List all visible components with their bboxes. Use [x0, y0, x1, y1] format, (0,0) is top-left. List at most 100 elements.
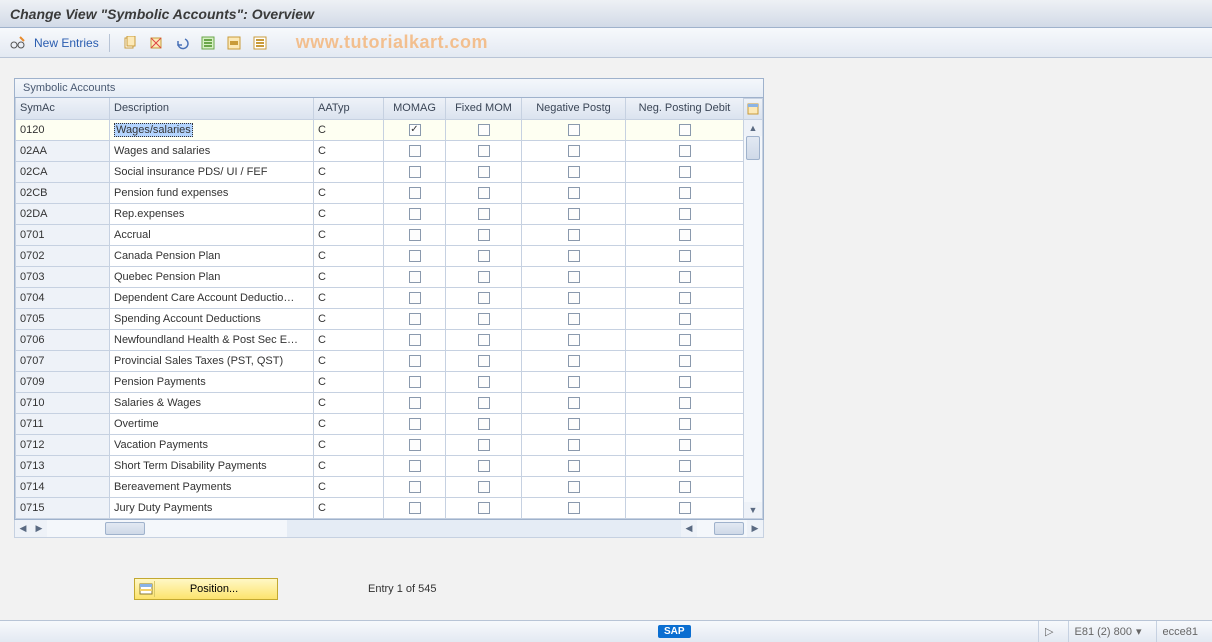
checkbox[interactable] — [568, 481, 580, 493]
status-system[interactable]: E81 (2) 800 ▾ — [1068, 621, 1148, 642]
table-row[interactable]: 0701AccrualC — [16, 224, 744, 245]
checkbox[interactable] — [679, 313, 691, 325]
table-cell[interactable] — [522, 245, 626, 266]
table-cell[interactable]: C — [314, 350, 384, 371]
table-cell[interactable] — [384, 350, 446, 371]
checkbox[interactable] — [478, 439, 490, 451]
table-cell[interactable] — [522, 119, 626, 140]
table-cell[interactable] — [522, 266, 626, 287]
checkbox[interactable] — [478, 460, 490, 472]
checkbox[interactable] — [409, 124, 421, 136]
table-cell[interactable] — [522, 434, 626, 455]
table-cell[interactable]: C — [314, 245, 384, 266]
checkbox[interactable] — [679, 481, 691, 493]
table-row[interactable]: 0713Short Term Disability PaymentsC — [16, 455, 744, 476]
checkbox[interactable] — [568, 124, 580, 136]
checkbox[interactable] — [679, 418, 691, 430]
table-cell[interactable]: C — [314, 371, 384, 392]
table-cell[interactable]: C — [314, 182, 384, 203]
checkbox[interactable] — [409, 481, 421, 493]
table-cell[interactable] — [384, 266, 446, 287]
checkbox[interactable] — [568, 460, 580, 472]
table-row[interactable]: 0710Salaries & WagesC — [16, 392, 744, 413]
table-cell[interactable] — [522, 497, 626, 518]
table-cell[interactable]: C — [314, 497, 384, 518]
hscroll-track-right[interactable] — [697, 520, 747, 537]
table-cell[interactable]: Salaries & Wages — [110, 392, 314, 413]
table-cell[interactable]: Spending Account Deductions — [110, 308, 314, 329]
checkbox[interactable] — [568, 187, 580, 199]
checkbox[interactable] — [679, 124, 691, 136]
table-cell[interactable] — [522, 455, 626, 476]
table-cell[interactable] — [626, 329, 744, 350]
status-nav-button[interactable]: ▷ — [1038, 621, 1059, 642]
delete-button[interactable] — [146, 33, 166, 53]
horizontal-scrollbar[interactable]: ◀ ▶ ◀ ▶ — [14, 520, 764, 538]
table-cell[interactable]: C — [314, 161, 384, 182]
table-cell[interactable]: 0703 — [16, 266, 110, 287]
table-cell[interactable]: 0715 — [16, 497, 110, 518]
checkbox[interactable] — [409, 313, 421, 325]
table-cell[interactable]: C — [314, 203, 384, 224]
hscroll-left-2[interactable]: ◀ — [681, 520, 697, 537]
table-cell[interactable]: Pension Payments — [110, 371, 314, 392]
checkbox[interactable] — [478, 145, 490, 157]
col-header-symac[interactable]: SymAc — [16, 98, 110, 119]
checkbox[interactable] — [478, 481, 490, 493]
table-cell[interactable] — [626, 476, 744, 497]
checkbox[interactable] — [568, 355, 580, 367]
checkbox[interactable] — [478, 208, 490, 220]
table-row[interactable]: 0709Pension PaymentsC — [16, 371, 744, 392]
table-row[interactable]: 02AAWages and salariesC — [16, 140, 744, 161]
table-cell[interactable] — [384, 203, 446, 224]
table-row[interactable]: 0706Newfoundland Health & Post Sec E…C — [16, 329, 744, 350]
checkbox[interactable] — [409, 376, 421, 388]
checkbox[interactable] — [568, 250, 580, 262]
checkbox[interactable] — [478, 502, 490, 514]
table-cell[interactable] — [626, 455, 744, 476]
table-cell[interactable] — [522, 224, 626, 245]
table-cell[interactable] — [446, 476, 522, 497]
checkbox[interactable] — [568, 271, 580, 283]
table-cell[interactable] — [626, 287, 744, 308]
table-cell[interactable] — [626, 413, 744, 434]
checkbox[interactable] — [478, 166, 490, 178]
table-cell[interactable]: C — [314, 266, 384, 287]
table-cell[interactable]: Pension fund expenses — [110, 182, 314, 203]
table-cell[interactable] — [626, 350, 744, 371]
table-cell[interactable]: Jury Duty Payments — [110, 497, 314, 518]
table-cell[interactable] — [626, 392, 744, 413]
checkbox[interactable] — [478, 271, 490, 283]
table-row[interactable]: 0715Jury Duty PaymentsC — [16, 497, 744, 518]
table-cell[interactable]: 02CB — [16, 182, 110, 203]
checkbox[interactable] — [409, 397, 421, 409]
table-row[interactable]: 02CBPension fund expensesC — [16, 182, 744, 203]
table-cell[interactable]: C — [314, 140, 384, 161]
table-cell[interactable] — [446, 182, 522, 203]
table-cell[interactable]: 0711 — [16, 413, 110, 434]
table-cell[interactable]: C — [314, 224, 384, 245]
table-row[interactable]: 0714Bereavement PaymentsC — [16, 476, 744, 497]
table-cell[interactable]: 0709 — [16, 371, 110, 392]
table-cell[interactable]: C — [314, 308, 384, 329]
checkbox[interactable] — [679, 145, 691, 157]
table-cell[interactable]: 0706 — [16, 329, 110, 350]
table-cell[interactable]: 0713 — [16, 455, 110, 476]
checkbox[interactable] — [568, 292, 580, 304]
checkbox[interactable] — [568, 502, 580, 514]
checkbox[interactable] — [478, 292, 490, 304]
checkbox[interactable] — [568, 229, 580, 241]
checkbox[interactable] — [679, 355, 691, 367]
table-cell[interactable] — [446, 434, 522, 455]
select-all-button[interactable] — [198, 33, 218, 53]
position-button[interactable]: Position... — [134, 578, 278, 600]
checkbox[interactable] — [409, 502, 421, 514]
vscroll-thumb[interactable] — [746, 136, 760, 160]
table-cell[interactable]: C — [314, 413, 384, 434]
table-cell[interactable] — [446, 308, 522, 329]
table-cell[interactable] — [522, 140, 626, 161]
table-cell[interactable]: Bereavement Payments — [110, 476, 314, 497]
table-row[interactable]: 0711OvertimeC — [16, 413, 744, 434]
checkbox[interactable] — [478, 418, 490, 430]
table-cell[interactable] — [446, 119, 522, 140]
